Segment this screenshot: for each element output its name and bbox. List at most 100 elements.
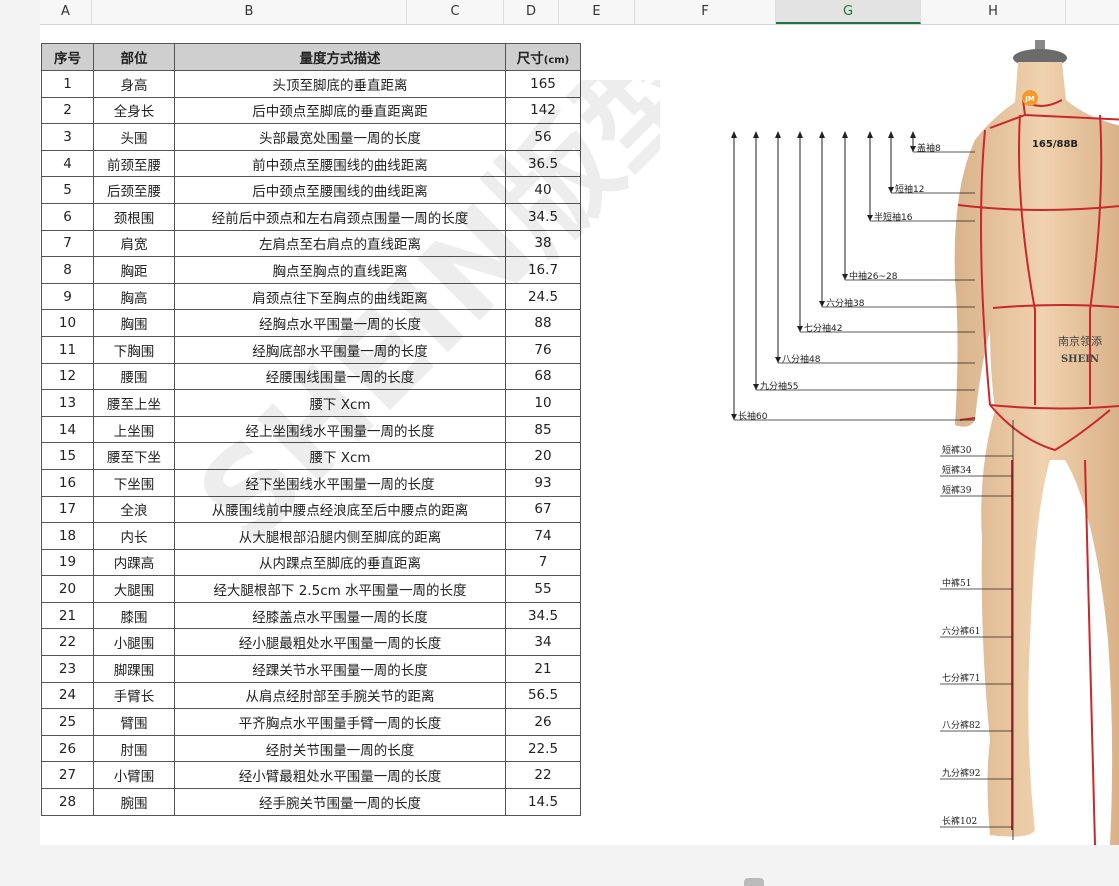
cell-size[interactable]: 55	[505, 575, 581, 603]
cell-size[interactable]: 20	[505, 442, 581, 470]
cell-part[interactable]: 臂围	[93, 708, 175, 736]
cell-part[interactable]: 小臂围	[93, 761, 175, 790]
cell-method[interactable]: 头顶至脚底的垂直距离	[174, 70, 506, 98]
cell-part[interactable]: 肩宽	[93, 229, 175, 258]
cell-size[interactable]: 34.5	[505, 202, 581, 231]
cell-method[interactable]: 经小腿最粗处水平围量一周的长度	[174, 628, 506, 657]
cell-index[interactable]: 3	[41, 123, 94, 151]
cell-method[interactable]: 胸点至胸点的直线距离	[174, 256, 506, 284]
cell-method[interactable]: 经上坐围线水平围量一周的长度	[174, 415, 506, 444]
cell-index[interactable]: 8	[41, 256, 94, 284]
cell-size[interactable]: 7	[505, 548, 581, 577]
cell-part[interactable]: 胸距	[93, 256, 175, 284]
cell-part[interactable]: 胸围	[93, 309, 175, 337]
cell-index[interactable]: 2	[41, 96, 94, 125]
cell-size[interactable]: 40	[505, 176, 581, 204]
cell-part[interactable]: 身高	[93, 70, 175, 98]
cell-size[interactable]: 34	[505, 628, 581, 657]
cell-part[interactable]: 手臂长	[93, 681, 175, 710]
cell-index[interactable]: 27	[41, 761, 94, 790]
cell-method[interactable]: 经手腕关节围量一周的长度	[174, 788, 506, 816]
cell-size[interactable]: 68	[505, 362, 581, 391]
cell-method[interactable]: 从腰围线前中腰点经浪底至后中腰点的距离	[174, 495, 506, 524]
cell-method[interactable]: 经下坐围线水平围量一周的长度	[174, 468, 506, 497]
cell-part[interactable]: 内长	[93, 522, 175, 550]
cell-part[interactable]: 上坐围	[93, 415, 175, 444]
cell-index[interactable]: 11	[41, 335, 94, 364]
cell-method[interactable]: 经胸底部水平围量一周的长度	[174, 335, 506, 364]
cell-method[interactable]: 从肩点经肘部至手腕关节的距离	[174, 681, 506, 710]
cell-part[interactable]: 颈根围	[93, 202, 175, 231]
column-b[interactable]: B	[92, 0, 407, 24]
cell-index[interactable]: 4	[41, 149, 94, 178]
cell-size[interactable]: 16.7	[505, 256, 581, 284]
cell-part[interactable]: 头围	[93, 123, 175, 151]
cell-index[interactable]: 21	[41, 601, 94, 630]
cell-method[interactable]: 腰下 Xcm	[174, 389, 506, 417]
cell-method[interactable]: 左肩点至右肩点的直线距离	[174, 229, 506, 258]
cell-method[interactable]: 经前后中颈点和左右肩颈点围量一周的长度	[174, 202, 506, 231]
cell-index[interactable]: 1	[41, 70, 94, 98]
cell-part[interactable]: 下胸围	[93, 335, 175, 364]
cell-size[interactable]: 34.5	[505, 601, 581, 630]
scrollbar-thumb[interactable]	[744, 878, 764, 886]
cell-index[interactable]: 7	[41, 229, 94, 258]
cell-method[interactable]: 经大腿根部下 2.5cm 水平围量一周的长度	[174, 575, 506, 603]
cell-size[interactable]: 85	[505, 415, 581, 444]
cell-method[interactable]: 从内踝点至脚底的垂直距离	[174, 548, 506, 577]
cell-part[interactable]: 全浪	[93, 495, 175, 524]
column-d[interactable]: D	[504, 0, 559, 24]
cell-part[interactable]: 小腿围	[93, 628, 175, 657]
cell-part[interactable]: 后颈至腰	[93, 176, 175, 204]
cell-index[interactable]: 14	[41, 415, 94, 444]
cell-method[interactable]: 经胸点水平围量一周的长度	[174, 309, 506, 337]
cell-index[interactable]: 17	[41, 495, 94, 524]
cell-size[interactable]: 10	[505, 389, 581, 417]
cell-method[interactable]: 经踝关节水平围量一周的长度	[174, 655, 506, 683]
cell-size[interactable]: 74	[505, 522, 581, 550]
cell-index[interactable]: 22	[41, 628, 94, 657]
cell-size[interactable]: 26	[505, 708, 581, 736]
cell-part[interactable]: 内踝高	[93, 548, 175, 577]
cell-index[interactable]: 10	[41, 309, 94, 337]
cell-part[interactable]: 腰围	[93, 362, 175, 391]
cell-index[interactable]: 12	[41, 362, 94, 391]
cell-part[interactable]: 全身长	[93, 96, 175, 125]
cell-size[interactable]: 142	[505, 96, 581, 125]
cell-method[interactable]: 头部最宽处围量一周的长度	[174, 123, 506, 151]
cell-size[interactable]: 14.5	[505, 788, 581, 816]
cell-size[interactable]: 93	[505, 468, 581, 497]
cell-part[interactable]: 下坐围	[93, 468, 175, 497]
cell-size[interactable]: 22	[505, 761, 581, 790]
cell-size[interactable]: 165	[505, 70, 581, 98]
cell-part[interactable]: 肘围	[93, 734, 175, 763]
cell-part[interactable]: 胸高	[93, 282, 175, 311]
cell-index[interactable]: 5	[41, 176, 94, 204]
cell-part[interactable]: 腕围	[93, 788, 175, 816]
cell-method[interactable]: 平齐胸点水平围量手臂一周的长度	[174, 708, 506, 736]
cell-index[interactable]: 24	[41, 681, 94, 710]
cell-size[interactable]: 22.5	[505, 734, 581, 763]
cell-size[interactable]: 24.5	[505, 282, 581, 311]
cell-size[interactable]: 36.5	[505, 149, 581, 178]
cell-size[interactable]: 56.5	[505, 681, 581, 710]
cell-method[interactable]: 经腰围线围量一周的长度	[174, 362, 506, 391]
cell-method[interactable]: 从大腿根部沿腿内侧至脚底的距离	[174, 522, 506, 550]
cell-size[interactable]: 67	[505, 495, 581, 524]
column-c[interactable]: C	[407, 0, 504, 24]
cell-index[interactable]: 25	[41, 708, 94, 736]
cell-size[interactable]: 21	[505, 655, 581, 683]
cell-part[interactable]: 腰至下坐	[93, 442, 175, 470]
cell-method[interactable]: 前中颈点至腰围线的曲线距离	[174, 149, 506, 178]
cell-index[interactable]: 6	[41, 202, 94, 231]
cell-index[interactable]: 18	[41, 522, 94, 550]
cell-index[interactable]: 16	[41, 468, 94, 497]
cell-size[interactable]: 76	[505, 335, 581, 364]
column-f[interactable]: F	[635, 0, 776, 24]
cell-part[interactable]: 大腿围	[93, 575, 175, 603]
cell-part[interactable]: 膝围	[93, 601, 175, 630]
cell-index[interactable]: 9	[41, 282, 94, 311]
cell-index[interactable]: 13	[41, 389, 94, 417]
cell-part[interactable]: 脚踝围	[93, 655, 175, 683]
cell-size[interactable]: 56	[505, 123, 581, 151]
